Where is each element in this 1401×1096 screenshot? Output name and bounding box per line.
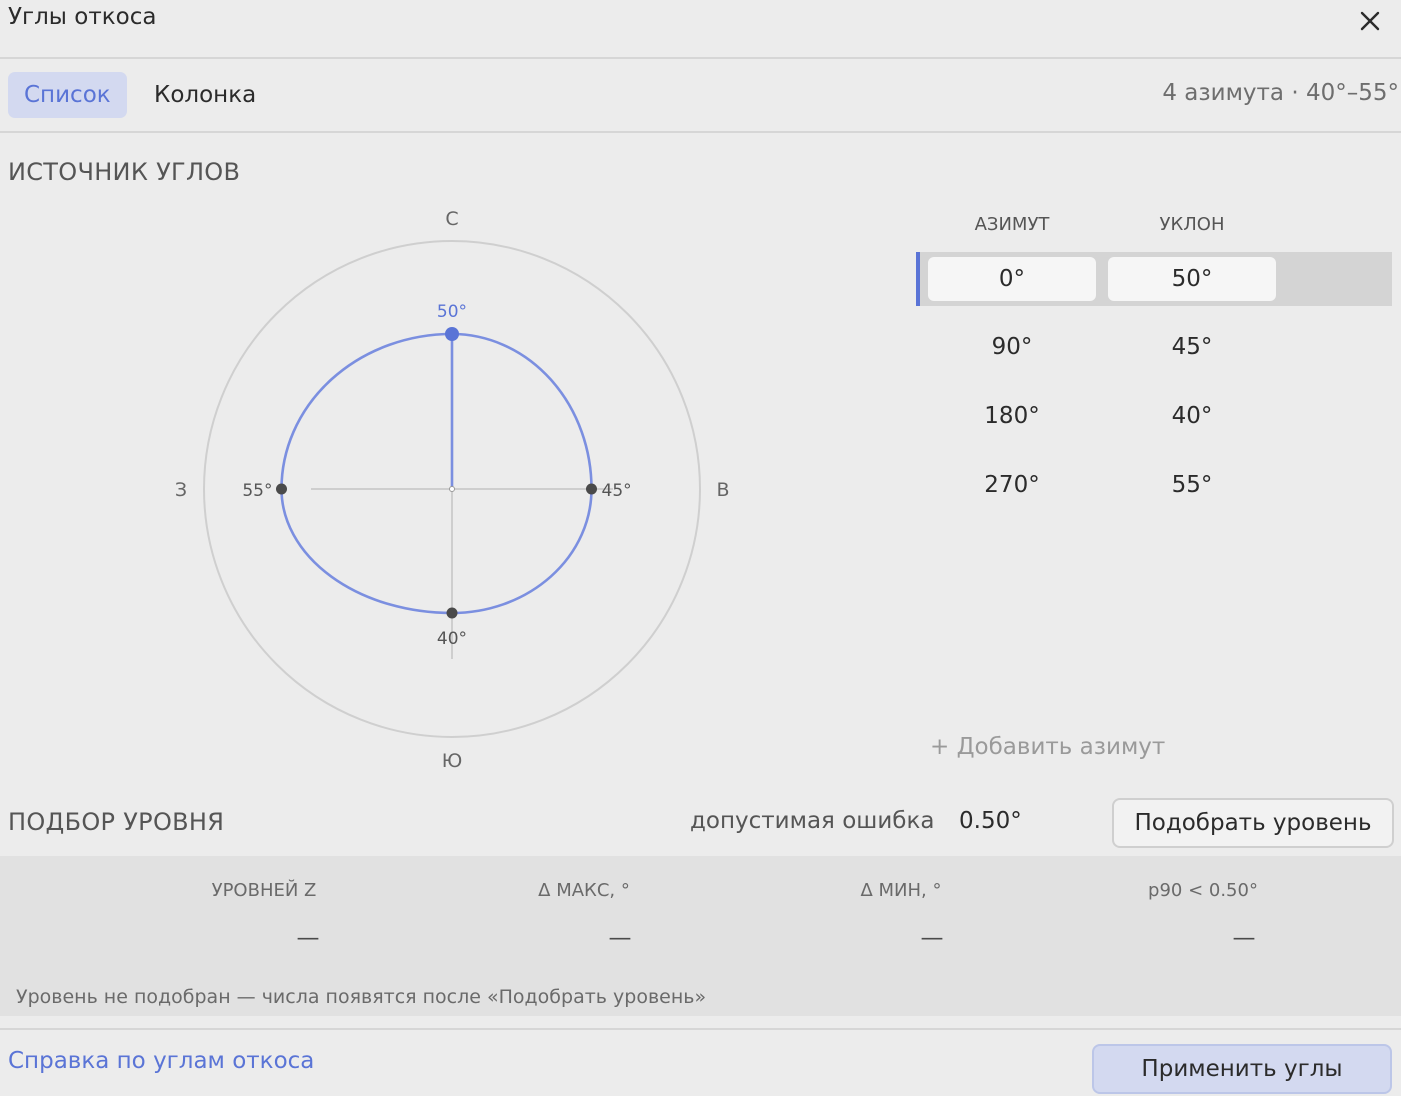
selection-indicator: [916, 252, 920, 306]
azimuth-point-label: 50°: [437, 302, 467, 322]
azimuth-input[interactable]: 0°: [928, 257, 1096, 301]
azimuth-point[interactable]: [586, 483, 597, 495]
apply-angles-button[interactable]: Применить углы: [1092, 1044, 1392, 1094]
divider: [0, 1028, 1401, 1030]
table-cell-slope[interactable]: 40°: [1107, 403, 1277, 429]
compass-south: Ю: [442, 750, 463, 772]
stat-value-levels: —: [296, 925, 320, 951]
column-header-azimuth: АЗИМУТ: [974, 214, 1050, 235]
table-cell-slope[interactable]: 55°: [1107, 472, 1277, 498]
fit-level-button[interactable]: Подобрать уровень: [1112, 798, 1394, 848]
center-point: [449, 486, 455, 492]
section-heading-source: ИСТОЧНИК УГЛОВ: [8, 158, 241, 186]
compass-east: В: [716, 479, 729, 501]
stat-header-levels: УРОВНЕЙ Z: [211, 880, 317, 901]
stat-header-delta-max: Δ МАКС, °: [538, 880, 630, 901]
azimuth-summary: 4 азимута · 40°–55°: [1162, 80, 1399, 106]
column-header-slope: УКЛОН: [1159, 214, 1225, 235]
azimuth-point[interactable]: [445, 327, 459, 341]
azimuth-point[interactable]: [276, 483, 287, 495]
tab-list[interactable]: Список: [8, 72, 127, 118]
stat-header-delta-min: Δ МИН, °: [860, 880, 942, 901]
table-cell-azimuth[interactable]: 90°: [927, 334, 1097, 360]
close-icon[interactable]: [1357, 8, 1383, 34]
compass-north: С: [445, 208, 458, 230]
tab-column[interactable]: Колонка: [138, 72, 272, 118]
stat-header-p90: p90 < 0.50°: [1148, 880, 1258, 901]
stat-value-delta-min: —: [920, 925, 944, 951]
stat-value-delta-max: —: [608, 925, 632, 951]
add-azimuth-button[interactable]: + Добавить азимут: [930, 734, 1165, 760]
stat-value-p90: —: [1232, 925, 1256, 951]
azimuth-point-label: 40°: [437, 629, 467, 649]
slope-curve: [280, 332, 593, 615]
status-note: Уровень не подобран — числа появятся пос…: [16, 986, 707, 1008]
tolerance-input[interactable]: 0.50°: [959, 808, 1022, 834]
azimuth-point-label: 55°: [242, 481, 272, 501]
azimuth-point-label: 45°: [602, 481, 632, 501]
table-cell-azimuth[interactable]: 270°: [927, 472, 1097, 498]
azimuth-point[interactable]: [446, 607, 458, 619]
table-cell-slope[interactable]: 45°: [1107, 334, 1277, 360]
compass-west: З: [175, 479, 187, 501]
slope-input[interactable]: 50°: [1108, 257, 1276, 301]
divider: [0, 131, 1401, 133]
section-heading-level: ПОДБОР УРОВНЯ: [8, 808, 225, 836]
window-title: Углы откоса: [8, 4, 157, 30]
polar-slope-chart[interactable]: 50° 45° 40° 55° С В Ю З: [160, 195, 760, 785]
divider: [0, 57, 1401, 59]
tolerance-label: допустимая ошибка: [690, 808, 935, 834]
table-cell-azimuth[interactable]: 180°: [927, 403, 1097, 429]
help-link[interactable]: Справка по углам откоса: [8, 1048, 314, 1074]
